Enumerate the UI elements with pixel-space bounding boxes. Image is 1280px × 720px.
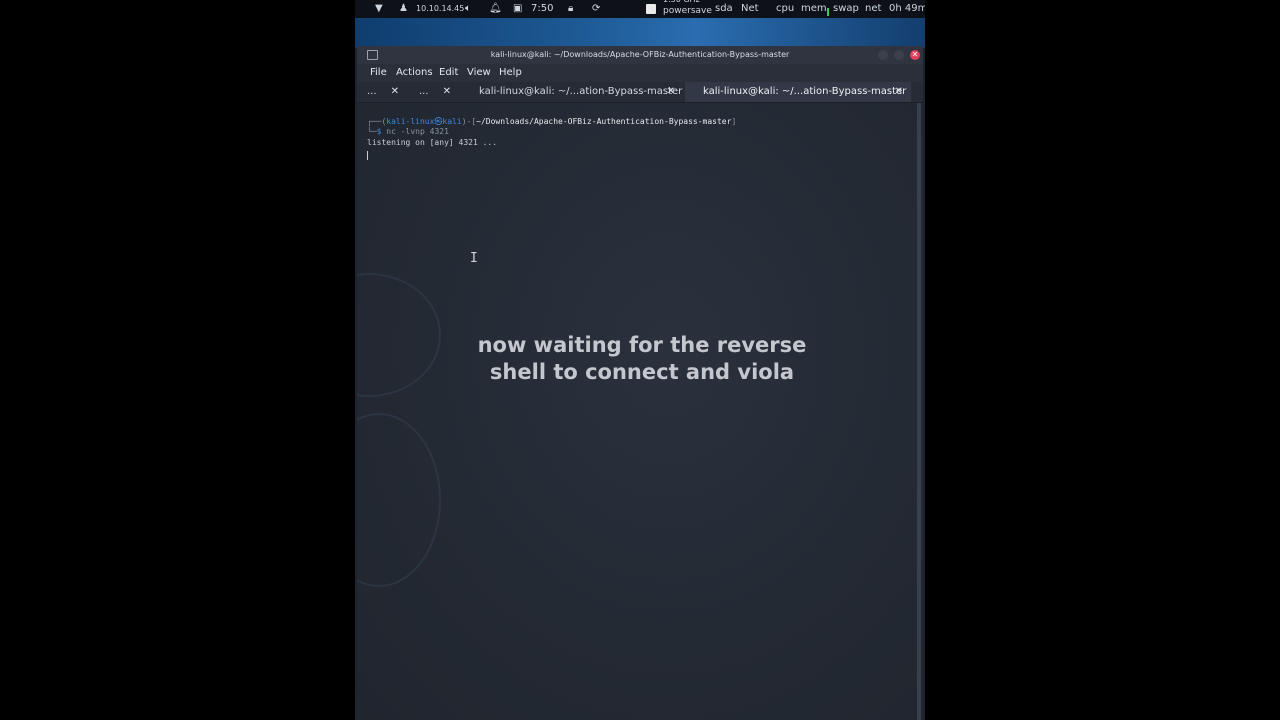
cpu-monitor[interactable]: cpu <box>776 0 794 18</box>
mem-graph <box>827 8 829 16</box>
tab-4-active[interactable]: kali-linux@kali: ~/...ation-Bypass-maste… <box>685 82 911 102</box>
menu-file[interactable]: File <box>370 64 387 82</box>
prompt-path: ~/Downloads/Apache-OFBiz-Authentication-… <box>476 117 732 126</box>
window-close-button[interactable]: ✕ <box>910 50 920 60</box>
menu-view[interactable]: View <box>467 64 491 82</box>
tab-bar: ... ✕ ... ✕ kali-linux@kali: ~/...ation-… <box>357 82 923 103</box>
mouse-ibeam-cursor: I <box>470 251 478 266</box>
clock[interactable]: 7:50 <box>531 0 553 18</box>
mem-monitor[interactable]: mem <box>801 0 827 18</box>
tab-1[interactable]: ... ✕ <box>357 82 407 102</box>
tab-label: kali-linux@kali: ~/...ation-Bypass-maste… <box>479 86 683 97</box>
maximize-button[interactable] <box>894 50 904 60</box>
menu-help[interactable]: Help <box>499 64 522 82</box>
wifi-icon[interactable]: ▼ <box>375 0 383 18</box>
command: nc -lvnp 4321 <box>386 127 449 136</box>
lock-icon[interactable]: 🔒︎ <box>568 0 573 18</box>
prompt-user: kali-linux㉿kali <box>386 117 462 126</box>
swap-monitor[interactable]: swap <box>833 0 859 18</box>
minimize-button[interactable] <box>878 50 888 60</box>
menubar: File Actions Edit View Help <box>357 64 923 82</box>
caption-line-1: now waiting for the reverse <box>477 333 807 357</box>
window-title: kali-linux@kali: ~/Downloads/Apache-OFBi… <box>490 50 790 59</box>
terminal-icon <box>367 50 378 60</box>
disk-monitor[interactable]: sda <box>715 0 733 18</box>
desktop-wallpaper <box>355 18 925 48</box>
notification-bell-icon[interactable]: 🔔︎ <box>489 0 502 18</box>
cpu-freq-icon <box>646 4 656 14</box>
tab-close-icon[interactable]: ✕ <box>667 82 675 102</box>
tab-close-icon[interactable]: ✕ <box>443 82 451 102</box>
battery-icon[interactable]: ▣ <box>513 0 522 18</box>
volume-icon[interactable]: 🔈︎ <box>465 0 471 18</box>
terminal-window[interactable]: kali-linux@kali: ~/Downloads/Apache-OFBi… <box>357 46 923 720</box>
tab-close-icon[interactable]: ✕ <box>895 82 903 102</box>
terminal-scrollbar[interactable] <box>917 103 921 720</box>
window-titlebar[interactable]: kali-linux@kali: ~/Downloads/Apache-OFBi… <box>357 46 923 64</box>
network-monitor[interactable]: net <box>865 0 881 18</box>
screen-recording: ▼ ♟ 10.10.14.45 🔈︎ 🔔︎ ▣ 7:50 🔒︎ ⟳ 1.30 G… <box>355 0 925 720</box>
text-cursor <box>367 151 368 160</box>
vpn-user-icon[interactable]: ♟ <box>399 0 408 18</box>
video-caption: now waiting for the reverse shell to con… <box>427 332 857 386</box>
refresh-icon[interactable]: ⟳ <box>592 0 600 18</box>
menu-edit[interactable]: Edit <box>439 64 458 82</box>
tab-label: ... <box>367 86 377 97</box>
net-monitor[interactable]: Net <box>741 0 759 18</box>
command-line: └─$ nc -lvnp 4321 <box>367 127 449 136</box>
tab-label: ... <box>419 86 429 97</box>
top-panel: ▼ ♟ 10.10.14.45 🔈︎ 🔔︎ ▣ 7:50 🔒︎ ⟳ 1.30 G… <box>355 0 925 18</box>
output-line: listening on [any] 4321 ... <box>367 138 498 147</box>
tab-3[interactable]: kali-linux@kali: ~/...ation-Bypass-maste… <box>461 82 683 102</box>
caption-line-2: shell to connect and viola <box>489 360 795 384</box>
tab-label: kali-linux@kali: ~/...ation-Bypass-maste… <box>703 86 907 97</box>
kali-dragon-watermark <box>357 413 441 587</box>
uptime: 0h 49m <box>889 3 925 14</box>
ip-address: 10.10.14.45 <box>416 4 465 13</box>
tab-close-icon[interactable]: ✕ <box>391 82 399 102</box>
terminal-output[interactable]: ┌──(kali-linux㉿kali)-[~/Downloads/Apache… <box>357 103 923 720</box>
prompt-line: ┌──(kali-linux㉿kali)-[~/Downloads/Apache… <box>367 117 737 126</box>
tab-2[interactable]: ... ✕ <box>409 82 459 102</box>
menu-actions[interactable]: Actions <box>396 64 433 82</box>
